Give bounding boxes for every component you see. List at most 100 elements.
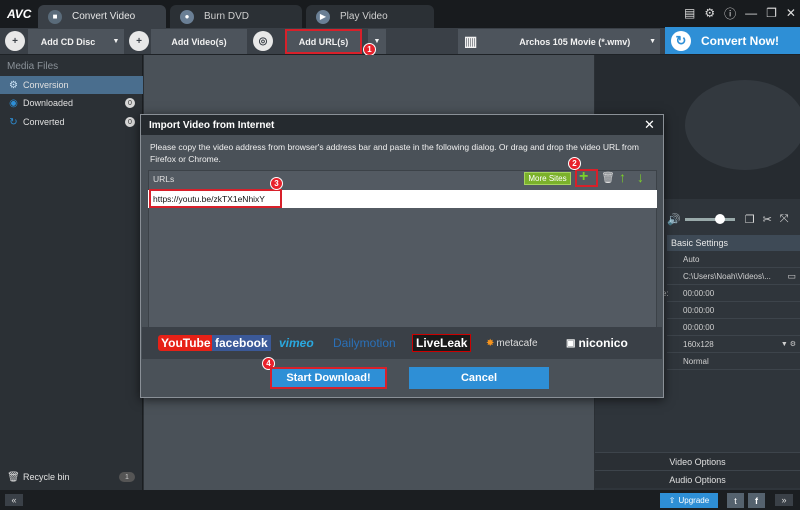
video-options-button[interactable]: Video Options — [595, 452, 800, 470]
globe-icon: ◎ — [253, 31, 273, 51]
restore-icon[interactable]: ❐ — [766, 6, 777, 20]
window-controls: ▤ ⚙ ⓘ — ❐ ✕ — [684, 5, 796, 22]
dailymotion-logo: Dailymotion — [333, 336, 396, 350]
chevron-down-icon: ▼ — [649, 38, 656, 45]
move-up-icon[interactable]: ↑ — [619, 169, 626, 185]
volume-icon[interactable]: 🔊 — [667, 213, 681, 226]
sidebar-item-label: Converted — [23, 117, 65, 127]
cancel-button[interactable]: Cancel — [409, 367, 549, 389]
count-badge: 0 — [125, 98, 135, 108]
audio-options-button[interactable]: Audio Options — [595, 470, 800, 488]
player-controls: 🔊 ❐ ✂ ⤧ — [667, 207, 800, 231]
add-cd-dropdown[interactable]: ▼ — [108, 29, 124, 54]
trash-icon: 🗑 — [7, 471, 20, 483]
gear-icon: ⚙ — [9, 79, 18, 91]
setting-row[interactable]: 160x128 ▼ ⚙ — [667, 336, 800, 353]
tab-label: Burn DVD — [204, 11, 250, 22]
count-badge: 1 — [119, 472, 135, 482]
crop-icon[interactable]: ⤧ — [780, 213, 789, 226]
sidebar-item-label: Conversion — [23, 80, 69, 90]
urls-label: URLs — [153, 174, 175, 184]
tab-label: Play Video — [340, 11, 388, 22]
liveleak-logo: LiveLeak — [412, 333, 472, 353]
step-3-marker: 3 — [270, 177, 283, 190]
setting-row[interactable]: C:\Users\Noah\Videos\... ▭ — [667, 268, 800, 285]
setting-row[interactable]: 00:00:00 — [667, 285, 800, 302]
metacafe-logo: ✸ metacafe — [486, 333, 538, 353]
tab-label: Convert Video — [72, 11, 136, 22]
collapse-button[interactable]: « — [5, 494, 23, 506]
dialog-title: Import Video from Internet — [141, 115, 663, 135]
minimize-icon[interactable]: — — [745, 6, 757, 20]
sidebar-item-label: Downloaded — [23, 98, 74, 108]
metacafe-star-icon: ✸ — [486, 337, 495, 349]
setting-row[interactable]: 00:00:00 — [667, 319, 800, 336]
video-size-value: 160x128 — [683, 339, 714, 349]
folder-icon[interactable]: ▭ — [787, 271, 796, 282]
niconico-logo: ▣ niconico — [566, 333, 628, 353]
add-url-button[interactable]: Add URL(s) — [285, 29, 362, 54]
facebook-logo: facebook — [212, 333, 271, 353]
sidebar-item-converted[interactable]: ↻ Converted 0 — [0, 113, 143, 131]
tab-play-video[interactable]: ▶ Play Video — [306, 5, 434, 28]
count-badge: 0 — [125, 117, 135, 127]
add-cd-button[interactable]: Add CD Disc — [28, 29, 108, 54]
tv-icon: ▣ — [566, 337, 576, 349]
add-cd-icon: + — [5, 31, 25, 51]
close-icon[interactable]: ✕ — [786, 6, 796, 20]
info-icon[interactable]: ⓘ — [724, 5, 736, 22]
add-icon[interactable]: + — [579, 169, 588, 185]
menu-icon[interactable]: ▤ — [684, 6, 695, 20]
convert-now-button[interactable]: ↻ Convert Now! — [665, 27, 800, 54]
upgrade-label: Upgrade — [678, 496, 710, 505]
add-video-button[interactable]: Add Video(s) — [151, 29, 247, 54]
close-icon[interactable]: ✕ — [644, 117, 655, 133]
disc-icon: ● — [180, 9, 194, 24]
output-path: C:\Users\Noah\Videos\... — [683, 271, 771, 281]
start-download-button[interactable]: Start Download! — [270, 367, 387, 389]
facebook-logo-text: facebook — [212, 335, 271, 351]
sidebar-item-downloaded[interactable]: ◉ Downloaded 0 — [0, 94, 143, 112]
profile-select[interactable]: ▥ Archos 105 Movie (*.wmv) ▼ — [458, 29, 660, 54]
globe-icon: ◉ — [9, 97, 18, 109]
window-icon[interactable]: ❐ — [745, 213, 755, 226]
youtube-logo-text: YouTube — [158, 335, 214, 351]
move-down-icon[interactable]: ↓ — [637, 169, 644, 185]
gear-icon[interactable]: ⚙ — [704, 6, 715, 20]
trash-icon[interactable]: 🗑 — [601, 171, 615, 184]
slider-thumb[interactable] — [714, 213, 725, 224]
volume-slider[interactable] — [684, 213, 735, 224]
niconico-logo-text: niconico — [578, 336, 628, 350]
upload-icon: ⇧ — [668, 496, 676, 505]
app-logo: AVC — [7, 7, 32, 21]
convert-now-label: Convert Now! — [701, 33, 779, 48]
scissors-icon[interactable]: ✂ — [763, 213, 772, 226]
sidebar-header: Media Files — [7, 61, 59, 72]
refresh-icon: ↻ — [9, 116, 18, 128]
step-2-marker: 2 — [568, 157, 581, 170]
sidebar-item-conversion[interactable]: ⚙ Conversion — [0, 76, 143, 94]
sidebar-item-recycle-bin[interactable]: 🗑 Recycle bin 1 — [0, 468, 143, 486]
setting-row[interactable]: 00:00:00 — [667, 302, 800, 319]
twitter-icon[interactable]: t — [727, 493, 744, 508]
film-strip-icon: ▥ — [464, 33, 478, 49]
youtube-logo: YouTube — [158, 333, 214, 353]
tab-burn-dvd[interactable]: ● Burn DVD — [170, 5, 302, 28]
tab-convert-video[interactable]: ■ Convert Video — [38, 5, 166, 28]
refresh-icon: ↻ — [671, 30, 691, 51]
basic-settings-header[interactable]: Basic Settings — [667, 235, 800, 251]
url-input[interactable]: https://youtu.be/zkTX1eNhixY — [149, 189, 282, 208]
vimeo-logo: vimeo — [279, 336, 314, 350]
sidebar-item-label: Recycle bin — [23, 472, 70, 482]
film-icon: ■ — [48, 9, 62, 24]
liveleak-logo-text: LiveLeak — [412, 334, 472, 352]
setting-row[interactable]: Normal — [667, 353, 800, 370]
setting-row[interactable]: Auto — [667, 251, 800, 268]
more-sites-button[interactable]: More Sites — [524, 172, 571, 185]
facebook-icon[interactable]: f — [748, 493, 765, 508]
film-reel-icon — [685, 80, 800, 170]
profile-label: Archos 105 Movie (*.wmv) — [519, 36, 631, 47]
upgrade-button[interactable]: ⇧ Upgrade — [660, 493, 718, 508]
expand-button[interactable]: » — [775, 494, 793, 506]
chevron-down-icon[interactable]: ▼ ⚙ — [781, 340, 796, 348]
